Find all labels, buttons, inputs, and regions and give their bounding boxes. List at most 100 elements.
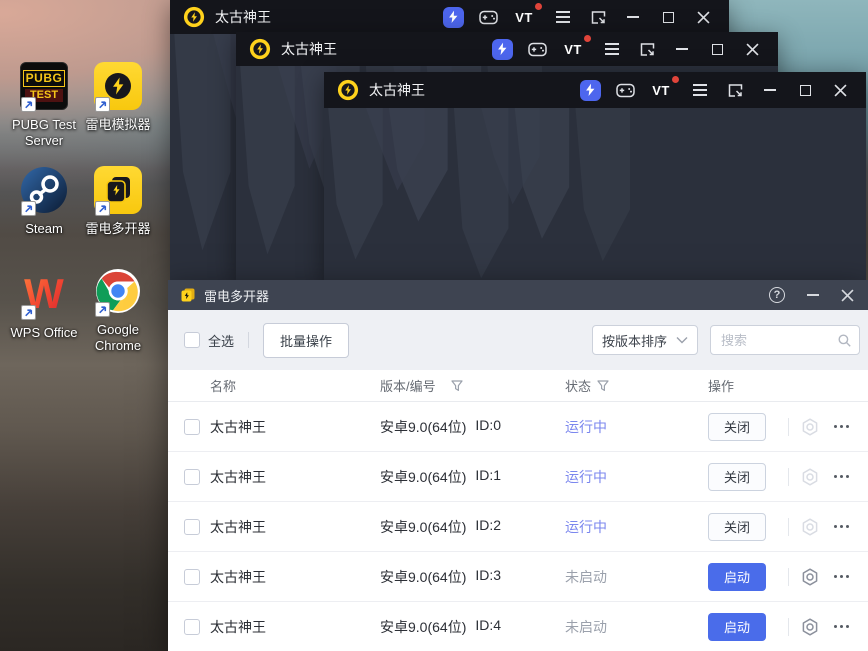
gamepad-icon[interactable] <box>616 79 636 101</box>
gamepad-icon[interactable] <box>479 6 499 28</box>
status-badge: 运行中 <box>565 518 607 535</box>
batch-operation-button[interactable]: 批量操作 <box>263 322 350 358</box>
multi-instance-manager-window: 雷电多开器 ? 全选 批量操作 按版本排序 名称 <box>168 280 868 651</box>
notification-dot <box>535 3 542 10</box>
row-checkbox[interactable] <box>184 568 200 585</box>
menu-icon[interactable] <box>553 6 573 28</box>
settings-gear-icon[interactable] <box>801 417 819 436</box>
row-divider <box>788 467 789 486</box>
loading-pattern <box>328 108 630 279</box>
gamepad-icon[interactable] <box>528 38 548 60</box>
header-action: 操作 <box>708 379 735 394</box>
instance-row: 太古神王 安卓9.0(64位) ID:1 运行中 关闭 <box>168 452 868 502</box>
row-checkbox[interactable] <box>184 518 200 535</box>
search-icon <box>838 334 851 347</box>
close-icon[interactable] <box>830 79 850 101</box>
switch-window-icon[interactable] <box>725 79 745 101</box>
help-icon[interactable]: ? <box>769 287 785 303</box>
desktop-icon-wps-office[interactable]: W WPS Office <box>3 270 85 341</box>
more-options-icon[interactable] <box>834 521 849 532</box>
sort-dropdown[interactable]: 按版本排序 <box>592 325 698 355</box>
switch-window-icon[interactable] <box>588 6 608 28</box>
instance-id: ID:2 <box>475 516 502 533</box>
instance-row: 太古神王 安卓9.0(64位) ID:2 运行中 关闭 <box>168 502 868 552</box>
boost-icon[interactable] <box>443 6 464 28</box>
desktop: PUBG TEST PUBG Test Server 雷电模拟器 Steam 雷… <box>0 0 868 651</box>
status-badge: 未启动 <box>565 618 607 635</box>
desktop-icon-label: 雷电多开器 <box>85 221 151 236</box>
maximize-icon[interactable] <box>658 6 678 28</box>
instance-version: 安卓9.0(64位) <box>380 518 467 535</box>
desktop-icon-label: WPS Office <box>10 325 78 340</box>
header-status[interactable]: 状态 <box>565 376 708 395</box>
ldplayer-icon <box>94 62 142 112</box>
toolbar-divider <box>248 332 250 348</box>
start-instance-button[interactable]: 启动 <box>708 562 766 591</box>
vt-badge[interactable]: VT <box>563 35 591 60</box>
more-options-icon[interactable] <box>834 621 849 632</box>
minimize-icon[interactable] <box>672 38 692 60</box>
settings-gear-icon[interactable] <box>801 567 819 586</box>
more-options-icon[interactable] <box>834 571 849 582</box>
desktop-icon-pubg-test-server[interactable]: PUBG TEST PUBG Test Server <box>3 62 85 148</box>
instance-name: 太古神王 <box>210 568 266 585</box>
boost-icon[interactable] <box>580 79 601 101</box>
more-options-icon[interactable] <box>834 471 849 482</box>
start-instance-button[interactable]: 启动 <box>708 612 766 641</box>
instance-id: ID:1 <box>475 466 502 483</box>
stop-instance-button[interactable]: 关闭 <box>708 462 766 491</box>
desktop-icon-steam[interactable]: Steam <box>3 166 85 237</box>
row-checkbox[interactable] <box>184 418 200 435</box>
window-title: 太古神王 <box>281 41 337 57</box>
search-input[interactable] <box>721 332 831 348</box>
settings-gear-icon[interactable] <box>801 617 819 636</box>
steam-icon <box>20 166 68 216</box>
stop-instance-button[interactable]: 关闭 <box>708 412 766 441</box>
more-options-icon[interactable] <box>834 421 849 432</box>
row-checkbox[interactable] <box>184 468 200 485</box>
vt-badge[interactable]: VT <box>514 3 542 28</box>
instance-version: 安卓9.0(64位) <box>380 618 467 635</box>
header-version[interactable]: 版本/编号 <box>380 376 565 395</box>
minimize-icon[interactable] <box>623 6 643 28</box>
desktop-icon-label: PUBG Test Server <box>11 117 77 148</box>
window-titlebar: 太古神王 VT <box>170 0 729 34</box>
close-icon[interactable] <box>742 38 762 60</box>
ldplayer-logo-icon <box>337 79 359 101</box>
switch-window-icon[interactable] <box>637 38 657 60</box>
window-title: 太古神王 <box>369 82 425 98</box>
close-icon[interactable] <box>693 6 713 28</box>
boost-icon[interactable] <box>492 38 513 60</box>
minimize-icon[interactable] <box>806 294 820 296</box>
instance-row: 太古神王 安卓9.0(64位) ID:0 运行中 关闭 <box>168 402 868 452</box>
stop-instance-button[interactable]: 关闭 <box>708 512 766 541</box>
desktop-icon-multi-instance[interactable]: 雷电多开器 <box>77 166 159 237</box>
minimize-icon[interactable] <box>760 79 780 101</box>
instance-name: 太古神王 <box>210 418 266 435</box>
row-checkbox[interactable] <box>184 618 200 635</box>
select-all-checkbox[interactable] <box>184 332 200 348</box>
settings-gear-icon[interactable] <box>801 517 819 536</box>
window-title: 太古神王 <box>215 9 271 25</box>
chevron-down-icon <box>676 336 688 344</box>
shortcut-arrow-icon <box>21 305 36 320</box>
filter-icon[interactable] <box>451 379 463 392</box>
desktop-icon-google-chrome[interactable]: Google Chrome <box>77 267 159 353</box>
desktop-icon-ldplayer[interactable]: 雷电模拟器 <box>77 62 159 133</box>
vt-badge[interactable]: VT <box>651 76 679 101</box>
row-divider <box>788 567 789 586</box>
maximize-icon[interactable] <box>707 38 727 60</box>
search-box[interactable] <box>710 325 860 355</box>
menu-icon[interactable] <box>602 38 622 60</box>
ldplayer-logo-icon <box>249 38 271 60</box>
desktop-icon-label: Steam <box>25 221 63 236</box>
instance-name: 太古神王 <box>210 468 266 485</box>
multi-instance-app-icon <box>180 287 196 303</box>
maximize-icon[interactable] <box>795 79 815 101</box>
game-loading-screen <box>324 108 866 280</box>
filter-icon[interactable] <box>597 379 609 392</box>
settings-gear-icon[interactable] <box>801 467 819 486</box>
close-icon[interactable] <box>841 288 854 302</box>
window-titlebar: 太古神王 VT <box>324 72 866 108</box>
menu-icon[interactable] <box>690 79 710 101</box>
